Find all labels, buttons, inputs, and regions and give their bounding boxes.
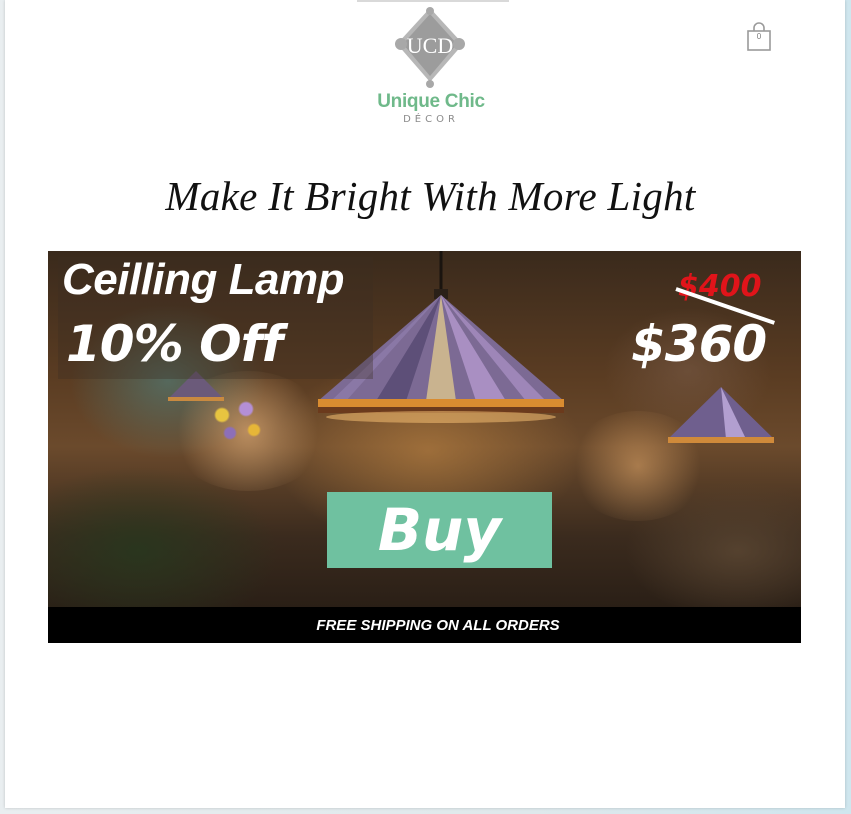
top-divider (357, 0, 509, 2)
logo-name: Unique Chic (377, 91, 485, 112)
shipping-bar: FREE SHIPPING ON ALL ORDERS (48, 607, 801, 643)
promo-banner[interactable]: Ceilling Lamp 10% Off $400 $360 Buy (48, 251, 801, 607)
old-price: $400 (678, 269, 762, 304)
product-name: Ceilling Lamp (62, 255, 344, 304)
discount-label: 10% Off (66, 315, 283, 373)
shipping-text: FREE SHIPPING ON ALL ORDERS (316, 617, 560, 634)
logo-monogram: UCD (407, 33, 453, 58)
page-headline: Make It Bright With More Light (165, 173, 696, 219)
logo-tagline: DÉCOR (403, 114, 459, 125)
background-lamp-image (668, 387, 774, 443)
cart-button[interactable]: 0 (746, 22, 772, 52)
buy-button[interactable]: Buy (327, 492, 552, 568)
site-logo[interactable]: UCD Unique Chic DÉCOR (375, 6, 487, 128)
logo-emblem-icon: UCD (395, 7, 465, 88)
cart-count: 0 (756, 32, 762, 41)
new-price: $360 (631, 315, 767, 373)
